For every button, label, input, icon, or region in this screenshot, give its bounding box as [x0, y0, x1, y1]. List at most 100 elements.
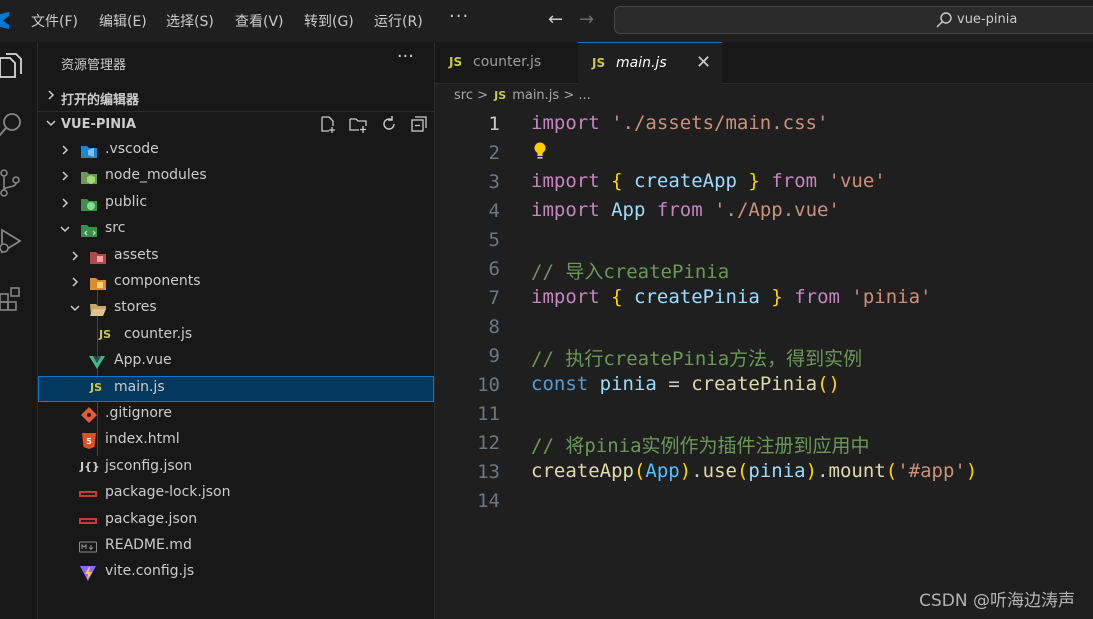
code-text: import App from './App.vue': [531, 199, 840, 221]
tree-folder-stores[interactable]: stores: [38, 296, 434, 322]
menu-go[interactable]: 转到(G): [304, 11, 354, 31]
javascript-file-icon: JS: [90, 381, 103, 394]
chevron-right-icon: [72, 277, 79, 287]
html-file-icon: 5: [82, 433, 96, 449]
menu-file[interactable]: 文件(F): [31, 11, 78, 31]
tab-main-js[interactable]: JS main.js ✕: [578, 42, 722, 84]
src-folder-open-icon: [81, 225, 97, 237]
code-line: 7 import { createPinia } from 'pinia': [435, 284, 1093, 313]
tree-file-main-js[interactable]: JS main.js: [38, 376, 434, 402]
explorer-files-icon[interactable]: [0, 52, 24, 82]
code-text: createApp(App).use(pinia).mount('#app'): [531, 460, 978, 482]
tree-item-label: README.md: [105, 537, 192, 553]
close-tab-icon[interactable]: ✕: [696, 52, 711, 73]
tree-item-label: node_modules: [105, 167, 207, 183]
markdown-file-icon: [79, 541, 97, 553]
line-number: 11: [477, 403, 500, 425]
menu-selection[interactable]: 选择(S): [166, 11, 214, 31]
new-file-icon[interactable]: [319, 115, 337, 133]
code-line: 5: [435, 226, 1093, 255]
extensions-icon[interactable]: [0, 284, 24, 314]
tree-file-readme[interactable]: README.md: [38, 534, 434, 560]
workspace-root-section[interactable]: VUE-PINIA: [38, 111, 434, 138]
tree-item-label: assets: [114, 247, 159, 263]
jsconfig-file-icon: J{}: [80, 460, 100, 473]
tree-file-jsconfig[interactable]: J{} jsconfig.json: [38, 455, 434, 481]
tree-folder-src[interactable]: src: [38, 217, 434, 243]
search-icon[interactable]: [0, 110, 24, 140]
git-file-icon: [81, 407, 97, 423]
tree-file-package-json[interactable]: package.json: [38, 508, 434, 534]
forward-arrow-icon[interactable]: →: [579, 9, 594, 30]
open-editors-section[interactable]: 打开的编辑器: [38, 84, 434, 110]
menu-run[interactable]: 运行(R): [374, 11, 423, 31]
tree-item-label: .vscode: [105, 141, 159, 157]
npm-file-icon: [79, 518, 97, 524]
editor-area: JS counter.js JS main.js ✕ src > JS main.…: [435, 42, 1093, 619]
code-comment: // 将pinia实例作为插件注册到应用中: [531, 435, 870, 457]
chevron-down-icon: [60, 226, 70, 233]
tree-item-label: main.js: [114, 379, 165, 395]
tree-file-gitignore[interactable]: .gitignore: [38, 402, 434, 428]
tree-file-package-lock[interactable]: package-lock.json: [38, 481, 434, 507]
tree-item-label: App.vue: [114, 352, 172, 368]
tree-folder-assets[interactable]: assets: [38, 244, 434, 270]
code-text: import { createApp } from 'vue': [531, 170, 886, 192]
open-editors-label: 打开的编辑器: [61, 93, 140, 108]
svg-text:5: 5: [86, 437, 92, 446]
line-number: 2: [488, 142, 500, 164]
run-debug-icon[interactable]: [0, 226, 24, 256]
tree-folder-vscode[interactable]: .vscode: [38, 138, 434, 164]
tree-folder-node-modules[interactable]: node_modules: [38, 164, 434, 190]
refresh-icon[interactable]: [380, 115, 398, 133]
tab-label: main.js: [616, 55, 667, 71]
code-line: 6 // 导入createPinia: [435, 255, 1093, 284]
command-center-search[interactable]: vue-pinia: [614, 6, 1093, 34]
menu-more-button[interactable]: ···: [449, 6, 469, 27]
tree-file-app-vue[interactable]: App.vue: [38, 349, 434, 375]
explorer-actions: [311, 115, 428, 137]
breadcrumb-file[interactable]: main.js: [512, 88, 559, 103]
code-line: 3 import { createApp } from 'vue': [435, 168, 1093, 197]
code-line: 8: [435, 313, 1093, 342]
code-text: const pinia = createPinia(): [531, 373, 840, 395]
tree-file-index-html[interactable]: 5 index.html: [38, 428, 434, 454]
tree-item-label: jsconfig.json: [105, 458, 193, 474]
menu-view[interactable]: 查看(V): [235, 11, 284, 31]
tree-item-label: counter.js: [124, 326, 193, 342]
line-number: 9: [488, 345, 500, 367]
line-number: 6: [488, 258, 500, 280]
explorer-more-button[interactable]: ···: [397, 46, 414, 67]
back-arrow-icon[interactable]: ←: [548, 9, 563, 30]
tree-folder-components[interactable]: components: [38, 270, 434, 296]
lightbulb-icon[interactable]: [532, 141, 548, 161]
line-number: 14: [477, 490, 500, 512]
tree-folder-public[interactable]: public: [38, 191, 434, 217]
activity-bar: [0, 42, 38, 619]
tree-item-label: .gitignore: [105, 405, 172, 421]
code-line: 11: [435, 400, 1093, 429]
tree-file-counter-js[interactable]: JS counter.js: [38, 323, 434, 349]
code-line: 14: [435, 487, 1093, 516]
breadcrumb-src[interactable]: src: [454, 88, 473, 103]
search-text: vue-pinia: [957, 12, 1018, 27]
breadcrumb-symbol[interactable]: ...: [578, 88, 590, 103]
tree-file-vite-config[interactable]: vite.config.js: [38, 560, 434, 586]
vite-file-icon: [80, 566, 96, 581]
source-control-icon[interactable]: [0, 168, 24, 198]
tree-item-label: vite.config.js: [105, 563, 195, 579]
line-number: 13: [477, 461, 500, 483]
collapse-all-icon[interactable]: [410, 115, 428, 133]
tree-item-label: public: [105, 194, 148, 210]
line-number: 4: [488, 200, 500, 222]
title-bar: 文件(F) 编辑(E) 选择(S) 查看(V) 转到(G) 运行(R) ··· …: [0, 0, 1093, 42]
code-line: 9 // 执行createPinia方法，得到实例: [435, 342, 1093, 371]
chevron-down-icon: [46, 120, 56, 127]
components-folder-icon: [90, 278, 106, 290]
tab-counter-js[interactable]: JS counter.js: [435, 42, 578, 84]
chevron-right-icon: [62, 171, 69, 181]
code-comment: // 导入createPinia: [531, 261, 730, 283]
tree-item-label: package.json: [105, 511, 198, 527]
menu-edit[interactable]: 编辑(E): [99, 11, 147, 31]
new-folder-icon[interactable]: [349, 115, 367, 133]
